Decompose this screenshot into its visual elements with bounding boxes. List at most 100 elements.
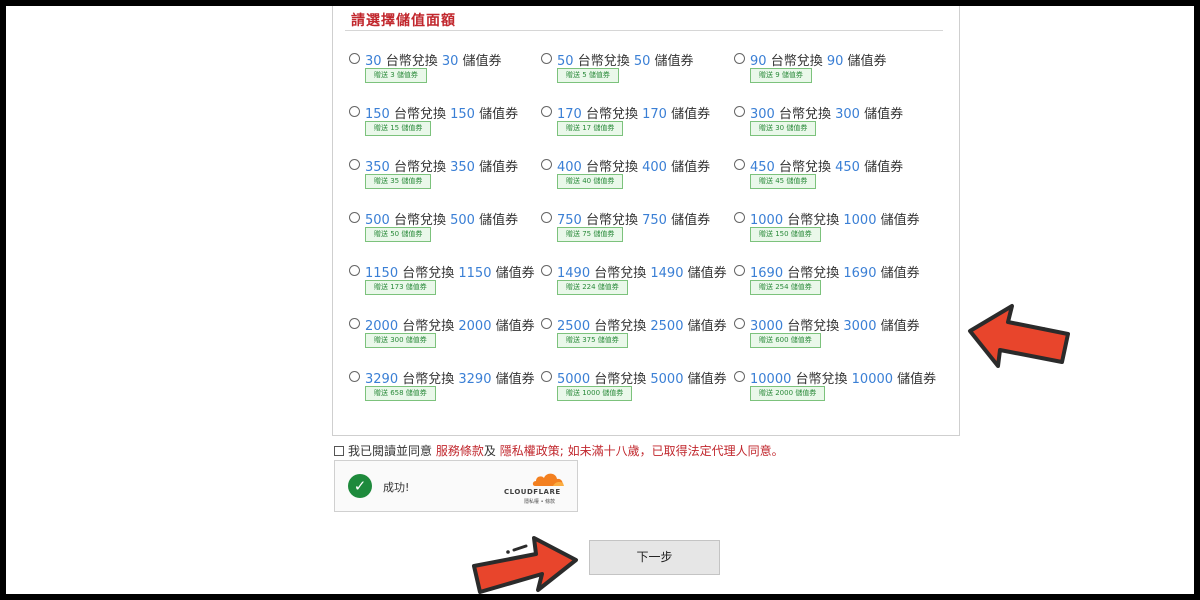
captcha-terms-link[interactable]: 條款 <box>545 499 555 505</box>
option-label: 170 台幣兌換 170 儲值券 <box>557 103 710 122</box>
denomination-option[interactable]: 300 台幣兌換 300 儲值券 贈送 30 儲值券 <box>734 103 924 143</box>
radio-button[interactable] <box>349 106 360 117</box>
denomination-option[interactable]: 3290 台幣兌換 3290 儲值券 贈送 658 儲值券 <box>349 368 539 408</box>
denomination-option[interactable]: 1490 台幣兌換 1490 儲值券 贈送 224 儲值券 <box>541 262 731 302</box>
denomination-option[interactable]: 30 台幣兌換 30 儲值券 贈送 3 儲值券 <box>349 50 539 90</box>
price-amount: 300 <box>750 107 775 122</box>
option-label: 1150 台幣兌換 1150 儲值券 <box>365 262 535 281</box>
price-amount: 90 <box>750 54 767 69</box>
voucher-amount: 1490 <box>650 266 684 281</box>
radio-button[interactable] <box>541 371 552 382</box>
radio-button[interactable] <box>349 265 360 276</box>
bonus-badge: 贈送 254 儲值券 <box>750 280 821 295</box>
bonus-badge: 贈送 75 儲值券 <box>557 227 624 242</box>
radio-button[interactable] <box>541 53 552 64</box>
radio-button[interactable] <box>734 159 745 170</box>
voucher-unit: 儲值券 <box>671 160 711 175</box>
denomination-option[interactable]: 50 台幣兌換 50 儲值券 贈送 5 儲值券 <box>541 50 731 90</box>
exchange-text: 台幣兌換 <box>594 372 647 387</box>
voucher-unit: 儲值券 <box>462 54 502 69</box>
voucher-unit: 儲值券 <box>880 266 920 281</box>
price-amount: 50 <box>557 54 574 69</box>
denomination-option[interactable]: 2500 台幣兌換 2500 儲值券 贈送 375 儲值券 <box>541 315 731 355</box>
radio-button[interactable] <box>734 265 745 276</box>
price-amount: 170 <box>557 107 582 122</box>
voucher-unit: 儲值券 <box>495 319 535 334</box>
radio-button[interactable] <box>349 53 360 64</box>
voucher-unit: 儲值券 <box>880 213 920 228</box>
denomination-option[interactable]: 90 台幣兌換 90 儲值券 贈送 9 儲值券 <box>734 50 924 90</box>
radio-button[interactable] <box>349 371 360 382</box>
denomination-option[interactable]: 750 台幣兌換 750 儲值券 贈送 75 儲值券 <box>541 209 731 249</box>
voucher-unit: 儲值券 <box>847 54 887 69</box>
denomination-option[interactable]: 5000 台幣兌換 5000 儲值券 贈送 1000 儲值券 <box>541 368 731 408</box>
denomination-option[interactable]: 400 台幣兌換 400 儲值券 贈送 40 儲值券 <box>541 156 731 196</box>
radio-button[interactable] <box>349 318 360 329</box>
voucher-amount: 1000 <box>843 213 877 228</box>
bonus-badge: 贈送 1000 儲值券 <box>557 386 633 401</box>
option-label: 350 台幣兌換 350 儲值券 <box>365 156 518 175</box>
agreement-checkbox[interactable] <box>334 446 344 456</box>
option-label: 300 台幣兌換 300 儲值券 <box>750 103 903 122</box>
option-label: 750 台幣兌換 750 儲值券 <box>557 209 710 228</box>
voucher-amount: 50 <box>633 54 651 69</box>
arrow-left-icon <box>968 304 1070 368</box>
denomination-option[interactable]: 10000 台幣兌換 10000 儲值券 贈送 2000 儲值券 <box>734 368 936 408</box>
exchange-text: 台幣兌換 <box>402 372 455 387</box>
denomination-option[interactable]: 350 台幣兌換 350 儲值券 贈送 35 儲值券 <box>349 156 539 196</box>
exchange-text: 台幣兌換 <box>594 266 647 281</box>
denomination-option[interactable]: 150 台幣兌換 150 儲值券 贈送 15 儲值券 <box>349 103 539 143</box>
next-step-button[interactable]: 下一步 <box>589 540 720 575</box>
radio-button[interactable] <box>349 212 360 223</box>
radio-button[interactable] <box>734 371 745 382</box>
price-amount: 1000 <box>750 213 784 228</box>
voucher-amount: 400 <box>642 160 667 175</box>
terms-link[interactable]: 服務條款 <box>436 444 484 458</box>
denomination-option[interactable]: 1150 台幣兌換 1150 儲值券 贈送 173 儲值券 <box>349 262 539 302</box>
option-label: 150 台幣兌換 150 儲值券 <box>365 103 518 122</box>
bonus-badge: 贈送 40 儲值券 <box>557 174 624 189</box>
denomination-option[interactable]: 450 台幣兌換 450 儲值券 贈送 45 儲值券 <box>734 156 924 196</box>
page-frame: 請選擇儲值面額 30 台幣兌換 30 儲值券 贈送 3 儲值券 50 台幣兌換 50… <box>6 6 1194 594</box>
denomination-option[interactable]: 1690 台幣兌換 1690 儲值券 贈送 254 儲值券 <box>734 262 924 302</box>
radio-button[interactable] <box>349 159 360 170</box>
denomination-option[interactable]: 3000 台幣兌換 3000 儲值券 贈送 600 儲值券 <box>734 315 924 355</box>
radio-button[interactable] <box>734 53 745 64</box>
price-amount: 750 <box>557 213 582 228</box>
radio-button[interactable] <box>541 265 552 276</box>
denomination-option[interactable]: 170 台幣兌換 170 儲值券 贈送 17 儲值券 <box>541 103 731 143</box>
radio-button[interactable] <box>541 106 552 117</box>
captcha-privacy-link[interactable]: 隱私權 <box>524 499 539 505</box>
bonus-badge: 贈送 30 儲值券 <box>750 121 817 136</box>
radio-button[interactable] <box>734 106 745 117</box>
option-label: 5000 台幣兌換 5000 儲值券 <box>557 368 727 387</box>
denomination-option[interactable]: 1000 台幣兌換 1000 儲值券 贈送 150 儲值券 <box>734 209 924 249</box>
title-divider <box>345 30 943 31</box>
radio-button[interactable] <box>734 318 745 329</box>
radio-button[interactable] <box>734 212 745 223</box>
price-amount: 450 <box>750 160 775 175</box>
cloudflare-widget[interactable]: ✓ 成功! CLOUDFLARE 隱私權 • 條款 <box>334 460 578 512</box>
privacy-link[interactable]: 隱私權政策; <box>500 444 564 458</box>
voucher-amount: 30 <box>441 54 459 69</box>
bonus-badge: 贈送 3 儲值券 <box>365 68 427 83</box>
option-label: 1000 台幣兌換 1000 儲值券 <box>750 209 920 228</box>
voucher-amount: 150 <box>450 107 475 122</box>
voucher-amount: 1690 <box>843 266 877 281</box>
radio-button[interactable] <box>541 212 552 223</box>
radio-button[interactable] <box>541 159 552 170</box>
bonus-badge: 贈送 45 儲值券 <box>750 174 817 189</box>
voucher-unit: 儲值券 <box>687 319 727 334</box>
bonus-badge: 贈送 35 儲值券 <box>365 174 432 189</box>
radio-button[interactable] <box>541 318 552 329</box>
voucher-unit: 儲值券 <box>864 160 904 175</box>
option-label: 1490 台幣兌換 1490 儲值券 <box>557 262 727 281</box>
denomination-option[interactable]: 500 台幣兌換 500 儲值券 贈送 50 儲值券 <box>349 209 539 249</box>
exchange-text: 台幣兌換 <box>393 107 446 122</box>
price-amount: 2000 <box>365 319 399 334</box>
price-amount: 150 <box>365 107 390 122</box>
voucher-unit: 儲值券 <box>687 372 727 387</box>
denomination-option[interactable]: 2000 台幣兌換 2000 儲值券 贈送 300 儲值券 <box>349 315 539 355</box>
exchange-text: 台幣兌換 <box>778 107 831 122</box>
section-title: 請選擇儲值面額 <box>351 13 456 29</box>
